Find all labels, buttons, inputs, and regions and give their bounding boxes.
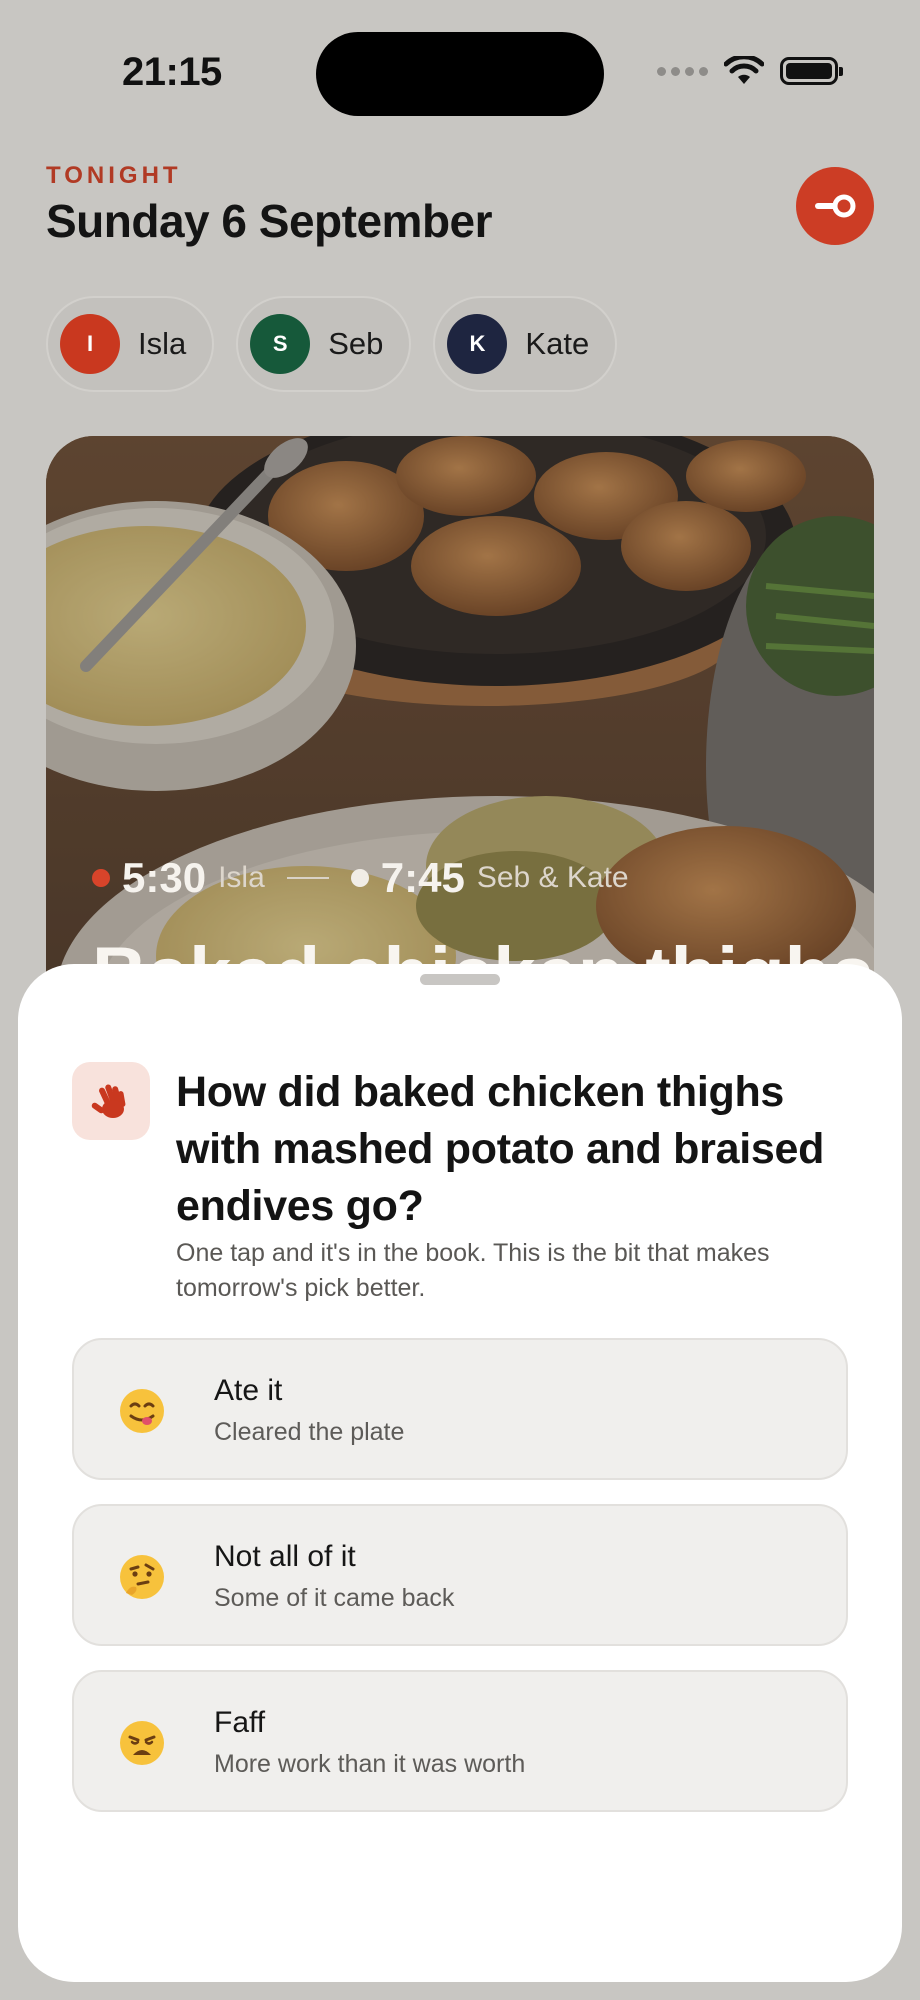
status-time: 21:15 xyxy=(122,50,222,94)
seb-kate-dot xyxy=(350,869,369,887)
option-title: Ate it xyxy=(214,1374,283,1407)
dynamic-island xyxy=(316,32,604,116)
person-chip-seb[interactable]: S Seb xyxy=(236,296,412,392)
wifi-icon xyxy=(724,56,764,84)
person-chip-kate[interactable]: K Kate xyxy=(433,296,618,392)
who-first: Isla xyxy=(218,861,265,894)
thinking-face-icon xyxy=(120,1555,164,1599)
isla-dot xyxy=(92,869,110,887)
who-second: Seb & Kate xyxy=(476,861,629,894)
yum-face-icon xyxy=(120,1389,164,1433)
wave-badge xyxy=(72,1062,150,1140)
serving-times: 5:30 Isla 7:45 Seb & Kate xyxy=(92,854,629,902)
meal-hero-card[interactable]: 5:30 Isla 7:45 Seb & Kate Baked chicken … xyxy=(46,436,874,1056)
key-button[interactable] xyxy=(796,167,874,245)
divider xyxy=(286,877,329,879)
cellular-signal-icon xyxy=(657,66,708,76)
page-title: Sunday 6 September xyxy=(46,195,493,247)
option-subtitle: Some of it came back xyxy=(214,1584,455,1612)
person-name: Kate xyxy=(525,326,590,361)
feedback-question: How did baked chicken thighs with mashed… xyxy=(176,1068,825,1230)
key-icon xyxy=(815,194,856,218)
person-chip-isla[interactable]: I Isla xyxy=(46,296,215,392)
person-name: Isla xyxy=(138,326,187,361)
weary-face-icon xyxy=(120,1721,164,1765)
status-icons xyxy=(657,56,843,86)
sheet-grabber[interactable] xyxy=(420,974,500,985)
feedback-sheet: How did baked chicken thighs with mashed… xyxy=(18,964,902,1982)
option-ate-it[interactable]: Ate it Cleared the plate xyxy=(72,1338,848,1480)
person-name: Seb xyxy=(328,326,384,361)
avatar: K xyxy=(447,314,508,374)
time-first: 5:30 xyxy=(122,854,207,901)
feedback-options: Ate it Cleared the plate Not all of it S… xyxy=(72,1338,848,1836)
battery-icon xyxy=(780,57,843,85)
avatar: I xyxy=(60,314,120,374)
option-not-all[interactable]: Not all of it Some of it came back xyxy=(72,1504,848,1646)
people-chips: I Isla S Seb K Kate xyxy=(46,296,618,392)
waving-hand-icon xyxy=(91,1084,126,1118)
option-faff[interactable]: Faff More work than it was worth xyxy=(72,1670,848,1812)
option-title: Not all of it xyxy=(214,1540,356,1573)
option-title: Faff xyxy=(214,1706,266,1739)
tonight-label: TONIGHT xyxy=(46,162,182,189)
time-second: 7:45 xyxy=(380,854,465,901)
feedback-subtext: One tap and it's in the book. This is th… xyxy=(176,1239,770,1302)
option-subtitle: More work than it was worth xyxy=(214,1750,526,1778)
avatar: S xyxy=(250,314,311,374)
option-subtitle: Cleared the plate xyxy=(214,1418,405,1446)
